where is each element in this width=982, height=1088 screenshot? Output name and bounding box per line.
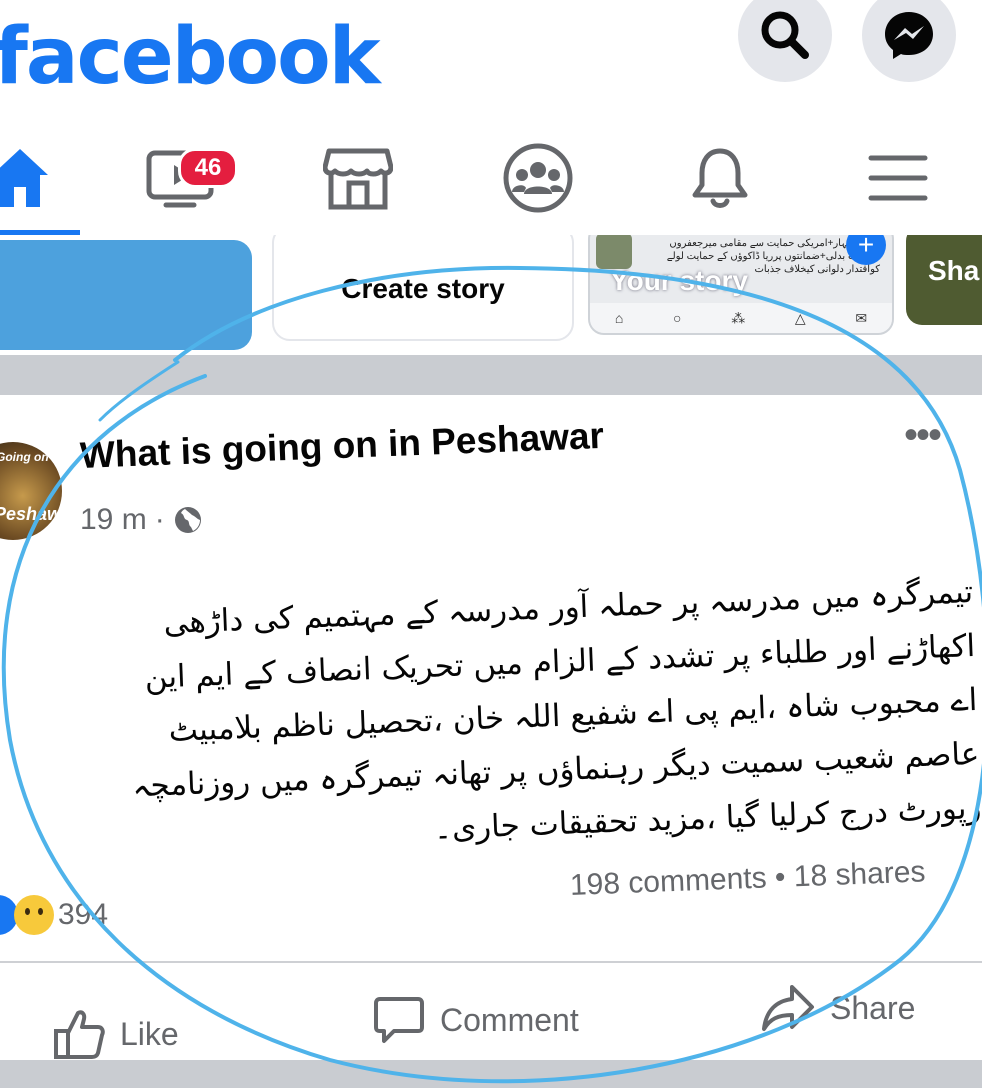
comment-button[interactable]: Comment	[372, 993, 579, 1047]
stats-separator: •	[774, 860, 787, 895]
search-icon	[761, 11, 809, 59]
post-more-options-button[interactable]: •••	[904, 413, 942, 458]
story-thumbnail	[596, 235, 632, 269]
share-label: Share	[830, 989, 916, 1026]
feed-post: Going on Peshawar What is going on in Pe…	[0, 395, 982, 1088]
search-button[interactable]	[738, 0, 832, 82]
your-story-card[interactable]: انکی اظہار+امریکی حمایت سے مقامی میرجعفر…	[588, 235, 894, 335]
tab-marketplace[interactable]	[308, 133, 408, 223]
messenger-icon	[885, 12, 933, 59]
messenger-button[interactable]	[862, 0, 956, 82]
top-bar: facebook	[0, 0, 982, 110]
mail-icon: ✉	[855, 309, 868, 326]
share-button[interactable]: Share	[760, 981, 915, 1035]
search-icon: ○	[673, 310, 682, 326]
shares-count[interactable]: 18 shares	[793, 855, 926, 893]
post-stats: 198 comments • 18 shares	[569, 855, 926, 903]
tab-home[interactable]	[0, 133, 70, 223]
reaction-count: 394	[58, 898, 109, 931]
nav-bar	[0, 115, 982, 235]
watch-notification-badge: 46	[178, 148, 238, 188]
post-meta: 19 m ·	[80, 503, 203, 537]
stories-row: Create story انکی اظہار+امریکی حمایت سے …	[0, 235, 982, 355]
bell-icon: △	[794, 309, 806, 326]
store-icon	[323, 148, 393, 210]
tab-menu[interactable]	[848, 133, 948, 223]
create-story-label: Create story	[341, 273, 505, 304]
thumbs-up-icon	[54, 1010, 105, 1059]
comments-count[interactable]: 198 comments	[569, 861, 767, 902]
meta-dot: ·	[154, 503, 165, 536]
create-story-card[interactable]: Create story	[272, 235, 574, 341]
post-page-name[interactable]: What is going on in Peshawar	[79, 415, 604, 477]
post-time[interactable]: 19 m	[80, 503, 147, 537]
reactions-summary[interactable]: 394	[0, 895, 108, 935]
feed-divider	[0, 355, 982, 395]
like-button[interactable]: Like	[52, 1007, 179, 1061]
story-card-next-label: Sha	[928, 255, 980, 286]
page-avatar[interactable]: Going on Peshawar	[0, 442, 62, 540]
sad-reaction-icon	[14, 895, 54, 935]
home-icon	[0, 149, 48, 207]
story-preview-navbar: ⌂ ○ ⁂ △ ✉	[590, 303, 892, 333]
feed-divider-bottom	[0, 1060, 982, 1088]
globe-icon	[174, 507, 201, 533]
facebook-logo[interactable]: facebook	[0, 12, 381, 102]
comment-label: Comment	[440, 1001, 579, 1038]
home-icon: ⌂	[614, 310, 624, 326]
avatar-top-text: Going on	[0, 450, 49, 464]
groups-icon	[503, 143, 573, 213]
groups-icon: ⁂	[731, 309, 746, 326]
story-card-next[interactable]: Sha	[906, 235, 982, 325]
post-text: تیمرگرہ میں مدرسہ پر حملہ آور مدرسہ کے م…	[13, 565, 982, 872]
tab-groups[interactable]	[488, 133, 588, 223]
comment-icon	[374, 997, 424, 1043]
share-arrow-icon	[762, 985, 814, 1031]
tab-notifications[interactable]	[670, 133, 770, 223]
like-label: Like	[120, 1015, 179, 1052]
story-card-profile[interactable]	[0, 240, 252, 350]
bell-icon	[692, 148, 748, 208]
avatar-text: Peshawar	[0, 504, 62, 524]
your-story-label: Your story	[610, 265, 748, 296]
hamburger-icon	[868, 155, 928, 201]
actions-separator	[0, 961, 982, 963]
